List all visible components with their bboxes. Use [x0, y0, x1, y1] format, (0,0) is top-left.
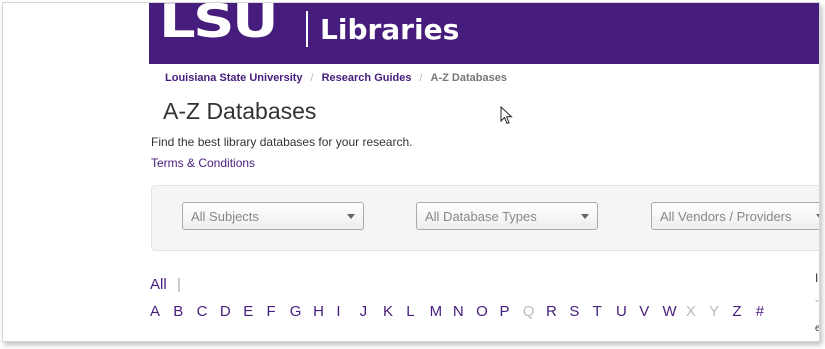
az-letter-q: Q: [522, 303, 535, 320]
az-letter-u[interactable]: U: [616, 303, 639, 320]
filter-panel: All Subjects All Database Types All Vend…: [151, 185, 819, 251]
az-letter-f[interactable]: F: [266, 303, 289, 320]
arrow-pointer-icon: [500, 106, 513, 125]
breadcrumb-lsu[interactable]: Louisiana State University: [165, 72, 303, 84]
edge-text: I: [815, 271, 819, 285]
az-letter-y: Y: [709, 303, 720, 320]
az-letter-l[interactable]: L: [406, 303, 429, 320]
page-description: Find the best library databases for your…: [151, 135, 413, 149]
az-letter-h[interactable]: H: [313, 303, 336, 320]
az-letter-t[interactable]: T: [593, 303, 616, 320]
subjects-select[interactable]: All Subjects: [182, 202, 364, 230]
site-header-banner: LSU Libraries: [149, 3, 819, 64]
az-separator: |: [177, 276, 181, 293]
az-letter-s[interactable]: S: [569, 303, 592, 320]
az-letter-p[interactable]: P: [499, 303, 522, 320]
breadcrumb: Louisiana State University / Research Gu…: [165, 72, 507, 84]
breadcrumb-separator: /: [419, 72, 423, 84]
subjects-select-value: All Subjects: [191, 209, 259, 224]
browser-viewport: LSU Libraries Louisiana State University…: [2, 2, 820, 342]
az-letter-c[interactable]: C: [197, 303, 220, 320]
az-all-link[interactable]: All: [150, 276, 167, 293]
vendors-select-value: All Vendors / Providers: [660, 209, 792, 224]
az-letter-i[interactable]: I: [336, 303, 359, 320]
caret-down-icon: [816, 214, 819, 219]
az-letter-list: A B C D E F G H I J K L M N O P Q R S T U V W X Y Z #: [150, 303, 779, 320]
page-title: A-Z Databases: [163, 98, 317, 124]
terms-link[interactable]: Terms & Conditions: [151, 156, 255, 170]
az-letter-e[interactable]: E: [243, 303, 266, 320]
az-letter-n[interactable]: N: [453, 303, 476, 320]
az-letter-g[interactable]: G: [290, 303, 313, 320]
az-letter-w[interactable]: W: [663, 303, 686, 320]
vendors-select[interactable]: All Vendors / Providers: [651, 202, 819, 230]
lsu-logo[interactable]: LSU: [159, 3, 279, 47]
database-types-select-value: All Database Types: [425, 209, 537, 224]
database-types-select[interactable]: All Database Types: [416, 202, 598, 230]
breadcrumb-current: A-Z Databases: [430, 72, 507, 84]
breadcrumb-separator: /: [310, 72, 314, 84]
edge-text: e: [815, 323, 819, 334]
az-letter-hash[interactable]: #: [756, 303, 779, 320]
az-letter-x: X: [685, 303, 696, 320]
edge-text: -: [815, 293, 819, 307]
breadcrumb-research-guides[interactable]: Research Guides: [322, 72, 412, 84]
libraries-title[interactable]: Libraries: [320, 12, 459, 48]
header-divider: [306, 11, 308, 47]
caret-down-icon: [581, 214, 589, 219]
az-letter-r[interactable]: R: [546, 303, 569, 320]
az-letter-k[interactable]: K: [383, 303, 406, 320]
az-letter-z[interactable]: Z: [732, 303, 755, 320]
az-letter-b[interactable]: B: [173, 303, 196, 320]
caret-down-icon: [347, 214, 355, 219]
az-letter-j[interactable]: J: [360, 303, 383, 320]
az-letter-m[interactable]: M: [430, 303, 453, 320]
az-letter-o[interactable]: O: [476, 303, 499, 320]
az-letter-a[interactable]: A: [150, 303, 173, 320]
az-letter-v[interactable]: V: [639, 303, 662, 320]
az-letter-d[interactable]: D: [220, 303, 243, 320]
